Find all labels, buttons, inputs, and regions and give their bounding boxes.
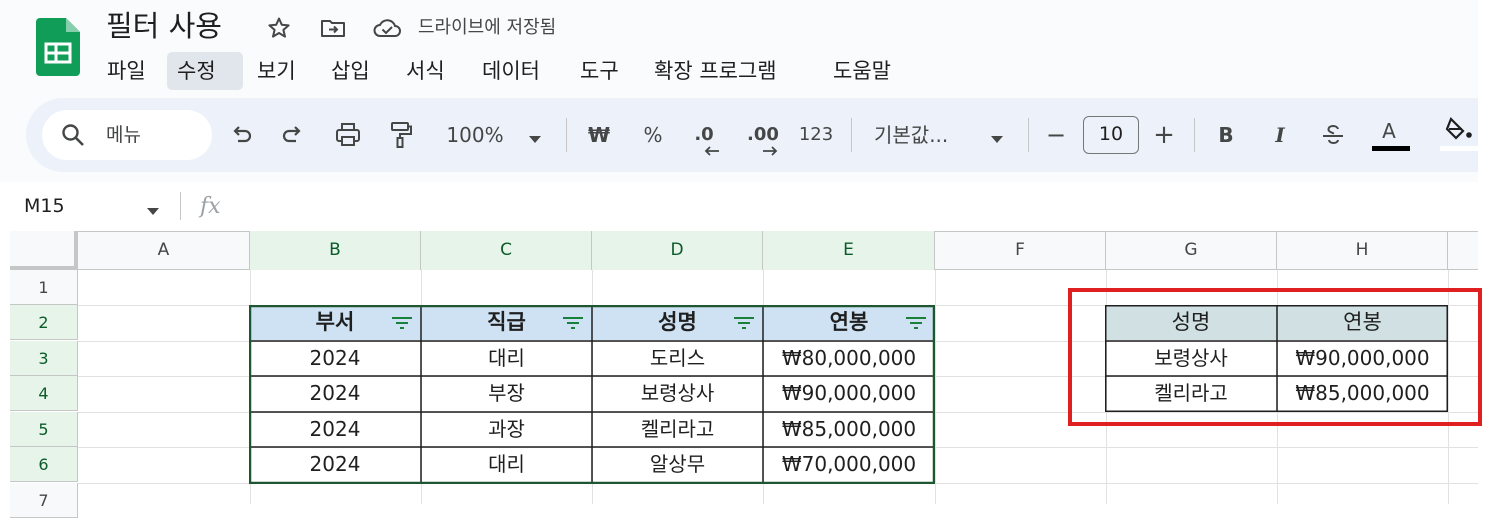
toolbar-divider [566,118,567,152]
column-header[interactable]: C [421,231,592,270]
arrow-left-icon [704,141,720,156]
paint-format-icon[interactable] [388,120,414,150]
column-header[interactable]: D [592,231,763,270]
print-icon[interactable] [334,121,362,149]
toolbar-divider [1028,118,1029,152]
zoom-select[interactable]: 100% [440,118,510,152]
strikethrough-icon[interactable] [1320,121,1346,149]
menu-extensions[interactable]: 확장 프로그램 [644,52,787,90]
search-icon [60,122,86,148]
bold-button[interactable]: B [1212,118,1240,152]
chevron-down-icon[interactable] [528,130,542,143]
menu-file[interactable]: 파일 [97,52,156,90]
toolbar-divider [1194,118,1195,152]
undo-icon[interactable] [228,122,254,148]
search-label: 메뉴 [106,124,141,146]
fill-color-icon[interactable] [1445,115,1475,145]
menu-format[interactable]: 서식 [396,52,455,90]
row-header[interactable]: 7 [10,483,78,518]
toolbar-divider [851,118,852,152]
menu-view[interactable]: 보기 [247,52,306,90]
percent-format-button[interactable]: % [638,118,668,152]
decrease-font-size-button[interactable]: − [1043,118,1069,152]
row-header[interactable]: 4 [10,376,78,411]
increase-font-size-button[interactable]: + [1151,118,1177,152]
document-title[interactable]: 필터 사용 [106,6,222,46]
column-header[interactable]: B [250,231,421,270]
row-header[interactable]: 5 [10,412,78,447]
font-size-input[interactable]: 10 [1083,116,1139,154]
text-color-button[interactable]: A [1376,114,1402,148]
redo-icon[interactable] [280,122,306,148]
fx-icon: fx [200,194,221,219]
text-color-swatch [1372,146,1410,151]
menu-help[interactable]: 도움말 [823,52,901,90]
arrow-right-icon [762,141,778,156]
menu-tools[interactable]: 도구 [570,52,629,90]
star-icon[interactable] [267,16,291,40]
row-header[interactable]: 1 [10,270,78,305]
chevron-down-icon[interactable] [146,202,160,215]
name-box[interactable]: M15 [24,193,65,219]
column-header[interactable]: H [1277,231,1448,270]
italic-button[interactable]: I [1266,118,1294,152]
menu-insert[interactable]: 삽입 [321,52,380,90]
column-header[interactable]: F [935,231,1106,270]
column-header[interactable]: G [1106,231,1277,270]
move-folder-icon[interactable] [320,16,345,40]
sheets-logo-icon[interactable] [36,18,80,76]
menu-data[interactable]: 데이터 [472,52,550,90]
fill-color-swatch [1440,146,1478,151]
formula-bar-divider [180,192,181,220]
highlight-box [1068,288,1482,426]
table-borders [249,305,935,484]
cloud-saved-icon[interactable] [372,16,402,40]
row-header[interactable]: 2 [10,305,78,340]
row-header[interactable]: 3 [10,341,78,376]
menu-edit[interactable]: 수정 [167,52,243,90]
font-family-select[interactable]: 기본값... [874,118,970,152]
column-header[interactable]: A [78,231,250,270]
row-header[interactable]: 6 [10,447,78,482]
save-status: 드라이브에 저장됨 [418,17,557,38]
number-format-button[interactable]: 123 [796,118,836,152]
filter-table: 부서 직급 성명 연봉 2024 대리 도리스 ₩80,000,000 2024… [249,305,935,484]
column-header[interactable]: E [763,231,935,270]
chevron-down-icon[interactable] [990,130,1004,143]
currency-format-button[interactable]: ₩ [584,118,614,152]
select-all-corner[interactable] [10,231,78,270]
